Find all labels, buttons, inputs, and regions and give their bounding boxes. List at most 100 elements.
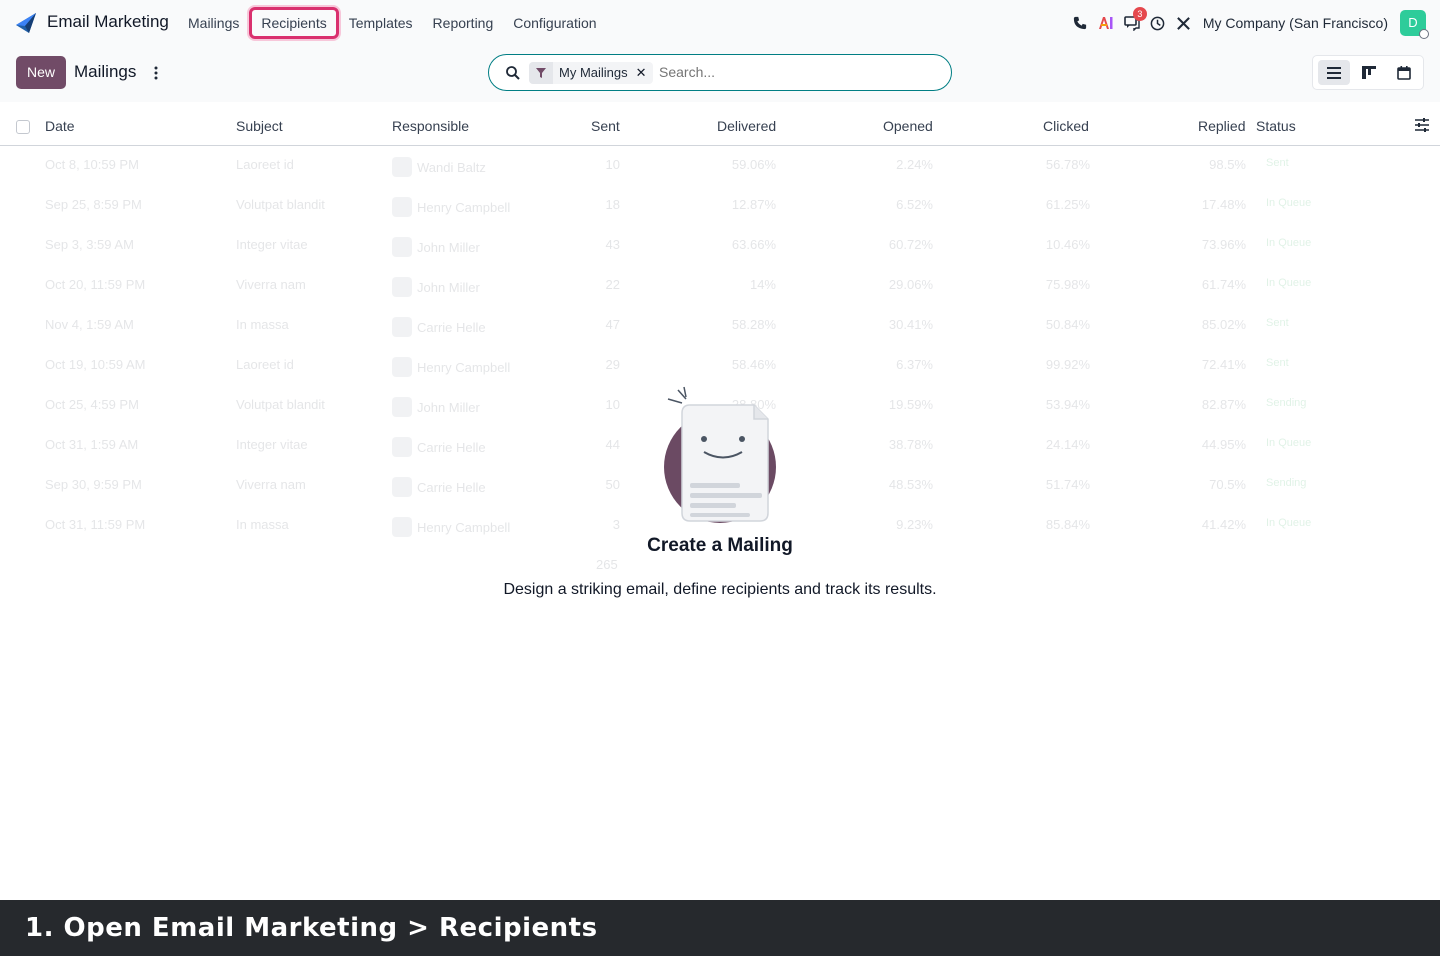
menu-item-configuration[interactable]: Configuration [503, 7, 606, 39]
cell-subject: Integer vitae [236, 437, 308, 452]
cell-date: Nov 4, 1:59 AM [45, 317, 134, 332]
search-icon[interactable] [505, 65, 521, 81]
cell-date: Oct 20, 11:59 PM [45, 277, 146, 292]
calendar-view-icon[interactable] [1388, 60, 1420, 85]
view-switcher [1312, 55, 1424, 90]
cell-opened: 2.24% [896, 157, 933, 172]
cell-opened: 30.41% [888, 317, 933, 332]
phone-icon[interactable] [1071, 14, 1089, 32]
avatar-initial: D [1408, 15, 1418, 30]
cell-date: Sep 30, 9:59 PM [45, 477, 142, 492]
cell-date: Oct 25, 4:59 PM [45, 397, 139, 412]
menu-item-reporting[interactable]: Reporting [423, 7, 504, 39]
cell-replied: 82.87% [1201, 397, 1246, 412]
cell-clicked: 56.78% [1045, 157, 1090, 172]
select-all-checkbox[interactable] [16, 120, 30, 134]
breadcrumb: Mailings [74, 62, 137, 81]
list-view-icon[interactable] [1318, 60, 1350, 85]
status-badge: Sent [1266, 357, 1289, 369]
table-row: Nov 4, 1:59 AM In massa Carrie Helle 47 … [0, 306, 1440, 346]
new-button[interactable]: New [16, 56, 66, 89]
cell-clicked: 51.74% [1045, 477, 1090, 492]
cell-subject: Viverra nam [236, 277, 306, 292]
cell-delivered: 63.66% [731, 237, 776, 252]
actions-menu-icon[interactable] [150, 63, 162, 83]
cell-replied: 17.48% [1201, 197, 1246, 212]
cell-subject: Volutpat blandit [236, 397, 325, 412]
avatar [392, 477, 412, 497]
menu-item-templates[interactable]: Templates [339, 7, 423, 39]
caption-bar: 1. Open Email Marketing > Recipients [0, 900, 1440, 956]
menu-item-recipients[interactable]: Recipients [249, 7, 339, 39]
chat-badge: 3 [1132, 7, 1147, 21]
column-header-opened[interactable]: Opened [883, 118, 933, 134]
cell-date: Sep 3, 3:59 AM [45, 237, 134, 252]
status-badge: In Queue [1266, 237, 1312, 249]
control-panel: New Mailings My Mailings ✕ [0, 46, 1440, 102]
clock-icon[interactable] [1149, 14, 1167, 32]
cell-sent: 43 [605, 237, 620, 252]
empty-state-text: Design a striking email, define recipien… [503, 581, 937, 598]
tools-icon[interactable] [1175, 14, 1193, 32]
cell-opened: 29.06% [888, 277, 933, 292]
column-header-delivered[interactable]: Delivered [717, 118, 776, 134]
email-marketing-logo-icon[interactable] [14, 11, 38, 35]
cell-replied: 41.42% [1201, 517, 1246, 532]
cell-replied: 98.5% [1209, 157, 1246, 172]
cell-delivered: 14% [749, 277, 776, 292]
kanban-view-icon[interactable] [1353, 60, 1385, 85]
facet-remove-icon[interactable]: ✕ [633, 62, 653, 84]
chat-icon[interactable]: 3 [1123, 7, 1147, 32]
column-header-sent[interactable]: Sent [591, 118, 620, 134]
status-badge: Sent [1266, 157, 1289, 169]
cell-date: Oct 19, 10:59 AM [45, 357, 146, 372]
avatar [392, 317, 412, 337]
cell-sent: 22 [605, 277, 620, 292]
avatar [392, 277, 412, 297]
status-dot-icon [1419, 29, 1429, 39]
empty-state: Create a Mailing Design a striking email… [470, 385, 970, 615]
cell-date: Sep 25, 8:59 PM [45, 197, 142, 212]
table-row: Oct 19, 10:59 AM Laoreet id Henry Campbe… [0, 346, 1440, 386]
cell-replied: 44.95% [1201, 437, 1246, 452]
column-header-responsible[interactable]: Responsible [392, 118, 469, 134]
cell-responsible: Henry Campbell [392, 197, 510, 217]
app-title[interactable]: Email Marketing [47, 12, 169, 32]
search-input[interactable] [659, 64, 929, 80]
column-header-replied[interactable]: Replied [1198, 118, 1245, 134]
column-header-subject[interactable]: Subject [236, 118, 283, 134]
cell-clicked: 85.84% [1045, 517, 1090, 532]
cell-opened: 6.52% [896, 197, 933, 212]
status-badge: In Queue [1266, 197, 1312, 209]
company-switcher[interactable]: My Company (San Francisco) [1203, 15, 1388, 31]
ai-icon[interactable] [1097, 14, 1115, 32]
cell-subject: Viverra nam [236, 477, 306, 492]
cell-sent: 10 [605, 157, 620, 172]
column-header-clicked[interactable]: Clicked [1043, 118, 1089, 134]
cell-subject: Laoreet id [236, 157, 294, 172]
cell-date: Oct 31, 11:59 PM [45, 517, 146, 532]
cell-responsible: Wandi Baltz [392, 157, 486, 177]
cell-opened: 60.72% [888, 237, 933, 252]
avatar [392, 517, 412, 537]
empty-mailing-illustration-icon [664, 386, 776, 523]
cell-replied: 72.41% [1201, 357, 1246, 372]
cell-responsible: John Miller [392, 277, 480, 297]
status-badge: In Queue [1266, 517, 1312, 529]
status-badge: Sending [1266, 397, 1307, 409]
caption-text: 1. Open Email Marketing > Recipients [25, 913, 598, 943]
cell-replied: 70.5% [1209, 477, 1246, 492]
column-header-date[interactable]: Date [45, 118, 75, 134]
cell-subject: Volutpat blandit [236, 197, 325, 212]
search-bar: My Mailings ✕ [488, 54, 952, 91]
cell-subject: In massa [236, 517, 289, 532]
user-avatar[interactable]: D [1400, 10, 1429, 39]
cell-clicked: 10.46% [1045, 237, 1090, 252]
menu-item-mailings[interactable]: Mailings [178, 7, 249, 39]
cell-replied: 61.74% [1201, 277, 1246, 292]
cell-clicked: 99.92% [1045, 357, 1090, 372]
cell-replied: 85.02% [1201, 317, 1246, 332]
optional-columns-icon[interactable] [1414, 118, 1430, 132]
column-header-status[interactable]: Status [1256, 118, 1296, 134]
cell-subject: Integer vitae [236, 237, 308, 252]
